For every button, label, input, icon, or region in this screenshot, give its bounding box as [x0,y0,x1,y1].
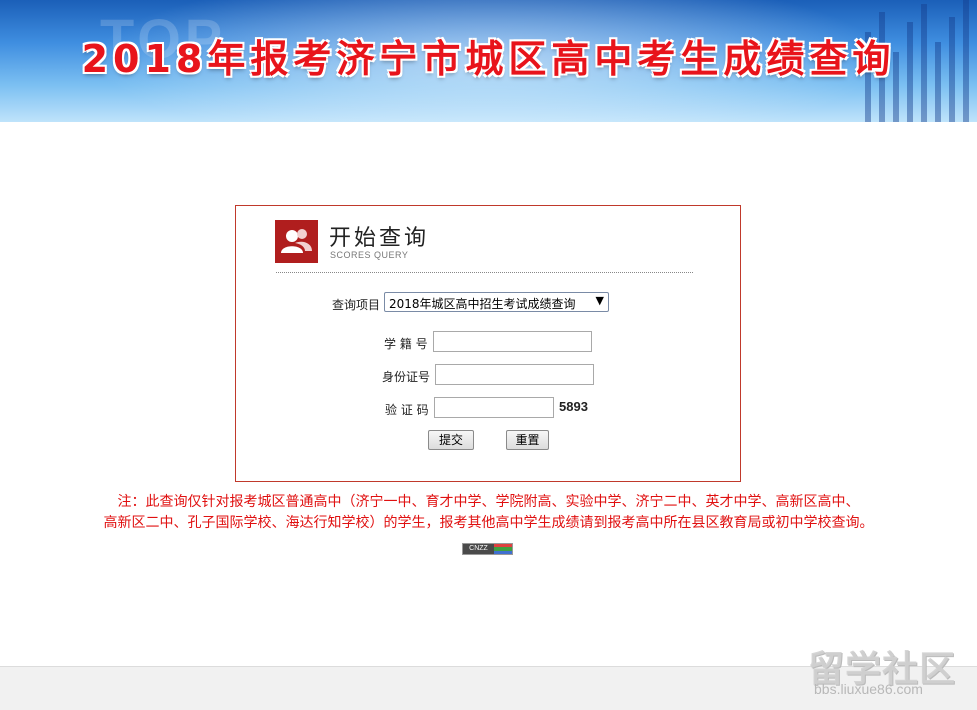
site-watermark-url: bbs.liuxue86.com [814,681,923,697]
id-card-label: 身份证号 [382,370,431,384]
student-id-label: 学 籍 号 [384,337,428,351]
stats-badge[interactable]: CNZZ [462,543,513,555]
header-banner: TOP 2018年报考济宁市城区高中考生成绩查询 [0,0,977,122]
captcha-input[interactable] [434,397,554,418]
query-item-select[interactable]: 2018年城区高中招生考试成绩查询 ▼ [384,292,609,312]
panel-subtitle: SCORES QUERY [330,250,409,260]
query-item-selected: 2018年城区高中招生考试成绩查询 [389,297,576,311]
users-icon [275,220,318,263]
page-title: 2018年报考济宁市城区高中考生成绩查询 [81,37,896,81]
notice-line-2: 高新区二中、孔子国际学校、海达行知学校）的学生，报考其他高中学生成绩请到报考高中… [103,515,874,531]
notice-text: 注：此查询仅针对报考城区普通高中（济宁一中、育才中学、学院附高、实验中学、济宁二… [0,492,977,534]
panel-title: 开始查询 [329,226,430,251]
reset-button[interactable]: 重置 [506,430,549,450]
dropdown-arrow-icon: ▼ [595,294,604,307]
stats-badge-label: CNZZ [463,544,494,554]
query-item-label: 查询项目 [332,298,381,312]
divider [276,272,693,273]
captcha-code[interactable]: 5893 [559,399,588,414]
captcha-label: 验 证 码 [385,403,429,417]
id-card-input[interactable] [435,364,594,385]
submit-button[interactable]: 提交 [428,430,474,450]
notice-line-1: 注：此查询仅针对报考城区普通高中（济宁一中、育才中学、学院附高、实验中学、济宁二… [117,494,860,510]
query-panel: 开始查询 SCORES QUERY 查询项目 2018年城区高中招生考试成绩查询… [235,205,741,482]
student-id-input[interactable] [433,331,592,352]
stats-badge-stripes [494,544,512,554]
